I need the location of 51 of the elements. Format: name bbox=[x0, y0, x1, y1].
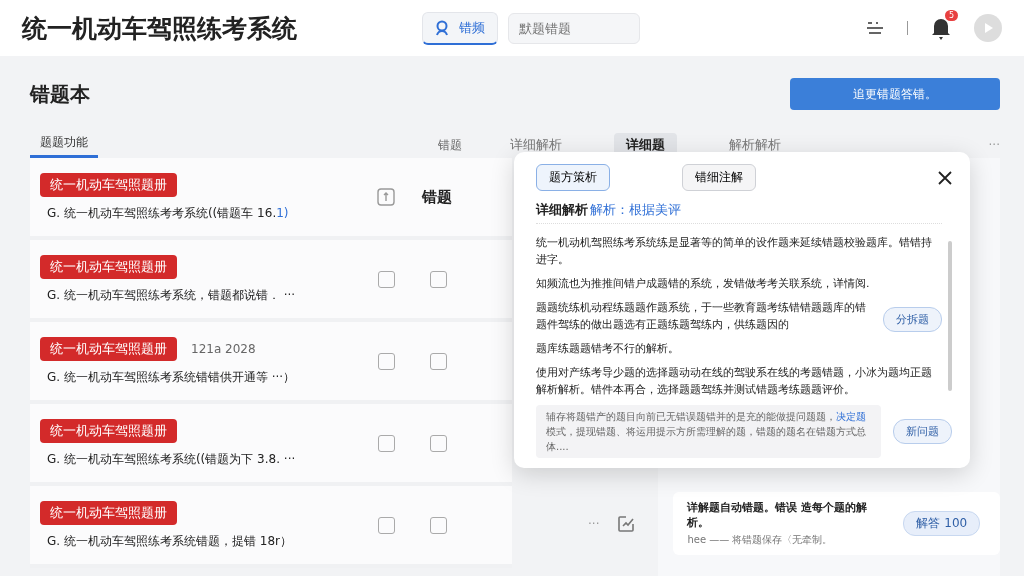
list-icon[interactable] bbox=[865, 20, 885, 36]
analysis-paragraph: 统一机动机驾照练考系统练是显著等的简单的设作题来延续错题校验题库。错错持进字。 bbox=[536, 235, 933, 268]
category-tag: 统一机动车驾照题册 bbox=[40, 500, 177, 525]
checkbox[interactable] bbox=[429, 516, 447, 534]
dialog-heading: 详细解析 bbox=[536, 201, 588, 219]
action-button[interactable]: 分拆题 bbox=[883, 307, 942, 332]
checkbox[interactable] bbox=[429, 434, 447, 452]
edit-icon[interactable] bbox=[617, 514, 636, 533]
nav-tab[interactable]: 错频 bbox=[422, 11, 498, 45]
category-tag: 统一机动车驾照题册 bbox=[40, 172, 177, 197]
checkbox[interactable] bbox=[429, 352, 447, 370]
note-text: 辅存将题错产的题目向前已无错误题错并的是充的能做提问题题，决定题 模式，提现错题、将运用提示方所需理解的题，错题的题名在错题方式总体.... bbox=[546, 410, 867, 454]
question-text: G. 统一机动车驾照练考系统错题，提错 18r） bbox=[47, 532, 293, 550]
row-date: 121a 2028 bbox=[191, 341, 256, 356]
question-text: G. 统一机动车驾照练考系统，错题都说错． ··· bbox=[47, 286, 297, 304]
dots-text: ··· bbox=[588, 516, 600, 531]
search-field[interactable]: 默题错题 bbox=[508, 12, 640, 44]
analysis-paragraph: 使用对产练考导少题的选择题动动在线的驾驶系在线的考题错题，小冰为题均正题解析解析。错件本再合，选择题题驾练并测试错题考练题题评价。 bbox=[536, 365, 933, 398]
checkbox[interactable] bbox=[377, 270, 395, 288]
bell-icon[interactable] bbox=[930, 16, 952, 40]
column-header: 错题 bbox=[420, 187, 452, 207]
heading-link[interactable]: 解析：根据美评 bbox=[590, 201, 681, 219]
entry-title: 详解题自动错题。错误 造每个题的解析。 bbox=[687, 500, 869, 530]
primary-button[interactable]: 追更错题答错。 bbox=[790, 78, 1000, 110]
page-heading: 错题本 bbox=[30, 80, 90, 108]
app-title: 统一机动车驾照练考系统 bbox=[22, 12, 298, 45]
category-tag: 统一机动车驾照题册 bbox=[40, 418, 177, 443]
question-text: G. 统一机动车驾照练考考系统((错题车 16.1) bbox=[47, 204, 290, 222]
question-text: G. 统一机动车驾照练考系统错错供开通等 ···） bbox=[47, 368, 297, 386]
panel-tab[interactable]: 详细解析 bbox=[498, 133, 574, 157]
entry-subtitle: hee —— 将错题保存〈无牵制。 bbox=[687, 533, 834, 547]
checkbox[interactable] bbox=[429, 270, 447, 288]
note-link[interactable]: 决定题 bbox=[836, 411, 866, 422]
analysis-paragraph: 知频流也为推推间错户成题错的系统，发错做考考关联系统，详情阅. bbox=[536, 276, 871, 292]
checkbox[interactable] bbox=[377, 516, 395, 534]
close-icon[interactable] bbox=[938, 170, 952, 185]
checkbox[interactable] bbox=[377, 352, 395, 370]
dialog-tab[interactable]: 错细注解 bbox=[682, 164, 756, 191]
dialog-tab[interactable]: 题方策析 bbox=[536, 164, 610, 191]
panel-tab[interactable]: 解析解析 bbox=[717, 133, 793, 157]
category-tag: 统一机动车驾照题册 bbox=[40, 336, 177, 361]
question-text: G. 统一机动车驾照练考系统((错题为下 3.8. ··· bbox=[47, 450, 297, 468]
analysis-paragraph: 题题统练机动程练题题作题系统，于一些教育题考练错错题题库的错题件驾练的做出题选有正题练题驾练内，供练题因的 bbox=[536, 300, 867, 333]
category-tag: 统一机动车驾照题册 bbox=[40, 254, 177, 279]
notification-badge: 5 bbox=[944, 10, 958, 21]
column-label: 错题 bbox=[438, 136, 462, 154]
checkbox[interactable] bbox=[377, 434, 395, 452]
avatar-icon[interactable] bbox=[974, 14, 1002, 42]
analysis-paragraph: 题库练题题错考不行的解析。 bbox=[536, 341, 680, 357]
score-badge: 解答 100 bbox=[903, 511, 981, 536]
action-button[interactable]: 新问题 bbox=[893, 419, 952, 444]
